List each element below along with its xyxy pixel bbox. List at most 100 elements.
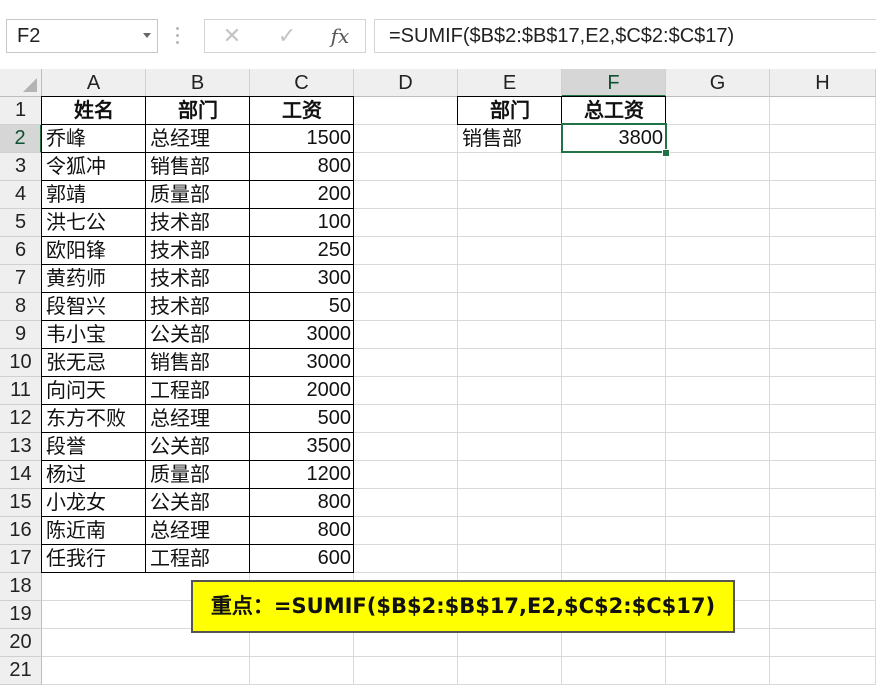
table-cell[interactable]: 令狐冲: [42, 153, 146, 180]
table-cell[interactable]: 工程部: [146, 545, 250, 572]
row-header-10[interactable]: 10: [0, 349, 42, 377]
table-cell[interactable]: 质量部: [146, 181, 250, 208]
table-cell[interactable]: 3500: [250, 433, 354, 460]
table-cell[interactable]: 公关部: [146, 433, 250, 460]
column-header-e[interactable]: E: [458, 69, 562, 97]
column-header-g[interactable]: G: [666, 69, 770, 97]
insert-function-icon[interactable]: fx: [325, 24, 355, 48]
table-cell[interactable]: 250: [250, 237, 354, 264]
table-cell[interactable]: 50: [250, 293, 354, 320]
row-header-3[interactable]: 3: [0, 153, 42, 181]
table-cell[interactable]: 小龙女: [42, 489, 146, 516]
table-cell[interactable]: 向问天: [42, 377, 146, 404]
table-cell[interactable]: 总经理: [146, 517, 250, 544]
row-header-21[interactable]: 21: [0, 657, 42, 685]
table-cell[interactable]: 技术部: [146, 293, 250, 320]
column-header-h[interactable]: H: [770, 69, 876, 97]
formula-bar: F2 ✕ ✓ fx =SUMIF($B$2:$B$17,E2,$C$2:$C$1…: [0, 0, 876, 69]
table-cell[interactable]: 1500: [250, 125, 354, 152]
table-header-cell[interactable]: 工资: [250, 97, 354, 124]
table-cell[interactable]: 乔峰: [42, 125, 146, 152]
table-header-cell[interactable]: 部门: [146, 97, 250, 124]
row-header-20[interactable]: 20: [0, 629, 42, 657]
table-cell[interactable]: 公关部: [146, 321, 250, 348]
table-cell[interactable]: 工程部: [146, 377, 250, 404]
table-header-cell[interactable]: 姓名: [42, 97, 146, 124]
table-cell[interactable]: 技术部: [146, 237, 250, 264]
row-header-17[interactable]: 17: [0, 545, 42, 573]
formula-buttons: ✕ ✓ fx: [204, 19, 366, 53]
table-cell[interactable]: 段智兴: [42, 293, 146, 320]
fill-handle[interactable]: [662, 149, 670, 157]
summary-header-cell[interactable]: 部门: [458, 97, 562, 124]
table-cell[interactable]: 600: [250, 545, 354, 572]
row-header-7[interactable]: 7: [0, 265, 42, 293]
summary-header-cell[interactable]: 总工资: [562, 97, 666, 124]
table-cell[interactable]: 800: [250, 153, 354, 180]
drag-handle-icon[interactable]: [176, 25, 179, 47]
table-cell[interactable]: 任我行: [42, 545, 146, 572]
name-box-value: F2: [17, 25, 41, 47]
column-header-c[interactable]: C: [250, 69, 354, 97]
table-cell[interactable]: 陈近南: [42, 517, 146, 544]
table-cell[interactable]: 总经理: [146, 125, 250, 152]
column-header-d[interactable]: D: [354, 69, 458, 97]
table-border: [42, 572, 354, 573]
table-cell[interactable]: 200: [250, 181, 354, 208]
select-all-corner[interactable]: [0, 69, 42, 97]
table-cell[interactable]: 100: [250, 209, 354, 236]
highlight-callout: 重点：=SUMIF($B$2:$B$17,E2,$C$2:$C$17): [191, 580, 735, 633]
gridline-vertical: [769, 97, 770, 685]
table-cell[interactable]: 段誉: [42, 433, 146, 460]
row-header-1[interactable]: 1: [0, 97, 42, 125]
select-all-icon: [23, 78, 37, 92]
table-cell[interactable]: 销售部: [146, 349, 250, 376]
table-cell[interactable]: 500: [250, 405, 354, 432]
table-cell[interactable]: 张无忌: [42, 349, 146, 376]
row-header-16[interactable]: 16: [0, 517, 42, 545]
table-cell[interactable]: 2000: [250, 377, 354, 404]
chevron-down-icon[interactable]: [143, 33, 151, 38]
row-header-11[interactable]: 11: [0, 377, 42, 405]
table-cell[interactable]: 洪七公: [42, 209, 146, 236]
row-header-9[interactable]: 9: [0, 321, 42, 349]
table-cell[interactable]: 800: [250, 517, 354, 544]
table-cell[interactable]: 韦小宝: [42, 321, 146, 348]
row-header-13[interactable]: 13: [0, 433, 42, 461]
row-header-15[interactable]: 15: [0, 489, 42, 517]
column-header-b[interactable]: B: [146, 69, 250, 97]
cancel-icon[interactable]: ✕: [217, 24, 247, 48]
active-cell-border: [561, 123, 667, 153]
name-box[interactable]: F2: [6, 19, 158, 53]
table-cell[interactable]: 郭靖: [42, 181, 146, 208]
table-cell[interactable]: 东方不败: [42, 405, 146, 432]
row-header-4[interactable]: 4: [0, 181, 42, 209]
table-cell[interactable]: 销售部: [146, 153, 250, 180]
table-cell[interactable]: 总经理: [146, 405, 250, 432]
column-header-a[interactable]: A: [42, 69, 146, 97]
table-cell[interactable]: 技术部: [146, 209, 250, 236]
table-cell[interactable]: 质量部: [146, 461, 250, 488]
table-cell[interactable]: 3000: [250, 321, 354, 348]
column-header-f[interactable]: F: [562, 69, 666, 97]
table-cell[interactable]: 3000: [250, 349, 354, 376]
table-cell[interactable]: 欧阳锋: [42, 237, 146, 264]
check-icon[interactable]: ✓: [272, 24, 302, 48]
row-header-5[interactable]: 5: [0, 209, 42, 237]
row-header-8[interactable]: 8: [0, 293, 42, 321]
row-header-12[interactable]: 12: [0, 405, 42, 433]
table-cell[interactable]: 1200: [250, 461, 354, 488]
row-header-2[interactable]: 2: [0, 125, 42, 153]
criteria-cell[interactable]: 销售部: [458, 125, 562, 152]
row-header-14[interactable]: 14: [0, 461, 42, 489]
table-cell[interactable]: 黄药师: [42, 265, 146, 292]
row-header-19[interactable]: 19: [0, 601, 42, 629]
table-cell[interactable]: 800: [250, 489, 354, 516]
formula-input[interactable]: =SUMIF($B$2:$B$17,E2,$C$2:$C$17): [374, 19, 876, 53]
row-header-6[interactable]: 6: [0, 237, 42, 265]
table-cell[interactable]: 杨过: [42, 461, 146, 488]
table-cell[interactable]: 300: [250, 265, 354, 292]
table-cell[interactable]: 技术部: [146, 265, 250, 292]
table-cell[interactable]: 公关部: [146, 489, 250, 516]
row-header-18[interactable]: 18: [0, 573, 42, 601]
